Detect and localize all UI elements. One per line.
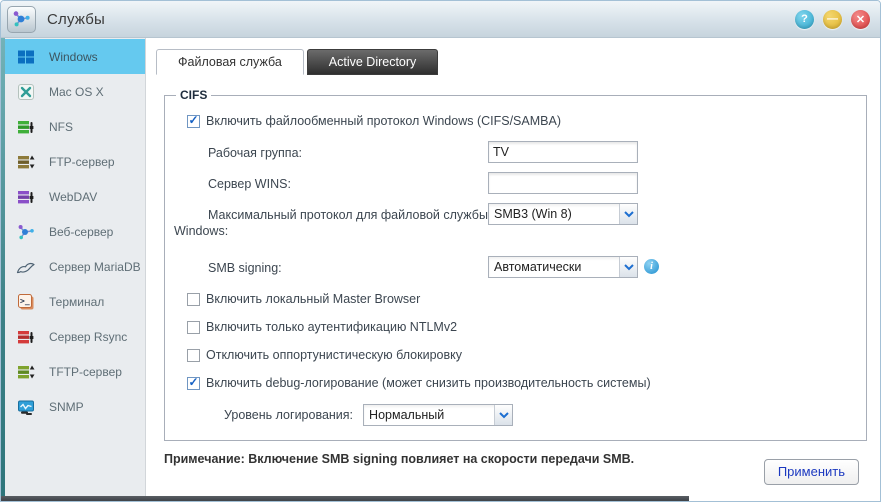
- master-browser-row: Включить локальный Master Browser: [187, 292, 856, 306]
- smb-signing-row: SMB signing: Автоматически i: [174, 256, 856, 278]
- enable-cifs-label: Включить файлообменный протокол Windows …: [206, 114, 561, 128]
- enable-cifs-row: Включить файлообменный протокол Windows …: [187, 114, 856, 128]
- svg-text:>_: >_: [20, 296, 30, 305]
- sidebar-item-mac-os-x[interactable]: Mac OS X: [1, 74, 145, 109]
- sidebar-item-windows[interactable]: Windows: [1, 39, 145, 74]
- master-browser-label: Включить локальный Master Browser: [206, 292, 420, 306]
- workgroup-row: Рабочая группа:: [174, 141, 856, 163]
- help-button[interactable]: ?: [795, 10, 814, 29]
- apply-button[interactable]: Применить: [764, 459, 859, 485]
- wins-server-row: Сервер WINS:: [174, 172, 856, 194]
- windows-icon: [16, 47, 36, 67]
- tftp-server-icon: [16, 362, 36, 382]
- workgroup-label: Рабочая группа:: [174, 141, 488, 161]
- master-browser-checkbox[interactable]: [187, 293, 200, 306]
- info-icon[interactable]: i: [644, 259, 659, 274]
- nfs-server-icon: [16, 117, 36, 137]
- window-title: Службы: [47, 11, 105, 28]
- web-server-icon: [16, 222, 36, 242]
- max-protocol-label: Максимальный протокол для файловой служб…: [174, 203, 488, 239]
- tab-file-service[interactable]: Файловая служба: [156, 49, 304, 75]
- enable-cifs-checkbox[interactable]: [187, 115, 200, 128]
- services-app-icon: [7, 6, 36, 33]
- title-bar: Службы ? — ✕: [1, 1, 880, 38]
- sidebar-item-rsync-server[interactable]: Сервер Rsync: [1, 319, 145, 354]
- mariadb-server-icon: [16, 257, 36, 277]
- sidebar-item-label: Сервер MariaDB: [49, 260, 141, 274]
- sidebar-item-web-server[interactable]: Веб-сервер: [1, 214, 145, 249]
- sidebar-item-label: Windows: [49, 50, 98, 64]
- sidebar-item-webdav[interactable]: WebDAV: [1, 179, 145, 214]
- sidebar-item-nfs[interactable]: NFS: [1, 109, 145, 144]
- debug-logging-row: Включить debug-логирование (может снизит…: [187, 376, 856, 390]
- sidebar-item-label: FTP-сервер: [49, 155, 115, 169]
- terminal-icon: >_: [16, 292, 36, 312]
- sidebar-item-terminal[interactable]: >_ Терминал: [1, 284, 145, 319]
- minimize-button[interactable]: —: [823, 10, 842, 29]
- smb-signing-label: SMB signing:: [174, 256, 488, 276]
- sidebar-item-tftp-server[interactable]: TFTP-сервер: [1, 354, 145, 389]
- smb-signing-select[interactable]: Автоматически: [488, 256, 638, 278]
- log-level-row: Уровень логирования: Нормальный: [224, 404, 856, 426]
- sidebar-item-label: Mac OS X: [49, 85, 104, 99]
- mac-os-x-icon: [16, 82, 36, 102]
- max-protocol-select[interactable]: SMB3 (Win 8): [488, 203, 638, 225]
- debug-logging-checkbox[interactable]: [187, 377, 200, 390]
- wins-server-input[interactable]: [488, 172, 638, 194]
- oplocks-checkbox[interactable]: [187, 349, 200, 362]
- sidebar-item-label: Веб-сервер: [49, 225, 113, 239]
- webdav-server-icon: [16, 187, 36, 207]
- sidebar-item-mariadb-server[interactable]: Сервер MariaDB: [1, 249, 145, 284]
- log-level-value: Нормальный: [369, 408, 494, 422]
- sidebar-item-label: Терминал: [49, 295, 104, 309]
- tab-active-directory[interactable]: Active Directory: [307, 49, 439, 75]
- ntlmv2-row: Включить только аутентификацию NTLMv2: [187, 320, 856, 334]
- cifs-legend: CIFS: [176, 88, 211, 102]
- chevron-down-icon: [494, 405, 512, 425]
- sidebar-item-label: SNMP: [49, 400, 84, 414]
- smb-signing-value: Автоматически: [494, 260, 619, 274]
- close-button[interactable]: ✕: [851, 10, 870, 29]
- sidebar-item-ftp-server[interactable]: FTP-сервер: [1, 144, 145, 179]
- chevron-down-icon: [619, 257, 637, 277]
- oplocks-row: Отключить оппортунистическую блокировку: [187, 348, 856, 362]
- sidebar-accent-strip: [1, 38, 5, 498]
- log-level-label: Уровень логирования:: [224, 408, 353, 422]
- sidebar-item-label: NFS: [49, 120, 73, 134]
- cifs-fieldset: CIFS Включить файлообменный протокол Win…: [164, 88, 867, 441]
- services-window: Службы ? — ✕ Windows Mac OS X: [0, 0, 881, 502]
- services-sidebar: Windows Mac OS X NFS FTP-сервер: [1, 38, 146, 498]
- ftp-server-icon: [16, 152, 36, 172]
- network-nodes-icon: [12, 9, 32, 29]
- sidebar-item-label: Сервер Rsync: [49, 330, 127, 344]
- sidebar-item-label: TFTP-сервер: [49, 365, 122, 379]
- rsync-server-icon: [16, 327, 36, 347]
- workgroup-input[interactable]: [488, 141, 638, 163]
- max-protocol-value: SMB3 (Win 8): [494, 207, 619, 221]
- debug-logging-label: Включить debug-логирование (может снизит…: [206, 376, 651, 390]
- snmp-icon: [16, 397, 36, 417]
- max-protocol-row: Максимальный протокол для файловой служб…: [174, 203, 856, 239]
- ntlmv2-checkbox[interactable]: [187, 321, 200, 334]
- chevron-down-icon: [619, 204, 637, 224]
- log-level-select[interactable]: Нормальный: [363, 404, 513, 426]
- cifs-options: Включить локальный Master Browser Включи…: [174, 292, 856, 390]
- ntlmv2-label: Включить только аутентификацию NTLMv2: [206, 320, 457, 334]
- sidebar-item-label: WebDAV: [49, 190, 97, 204]
- window-bottom-edge: [1, 496, 689, 501]
- content-panel: Файловая служба Active Directory CIFS Вк…: [146, 38, 880, 498]
- tab-bar: Файловая служба Active Directory: [156, 48, 880, 75]
- oplocks-label: Отключить оппортунистическую блокировку: [206, 348, 462, 362]
- sidebar-item-snmp[interactable]: SNMP: [1, 389, 145, 424]
- wins-server-label: Сервер WINS:: [174, 172, 488, 192]
